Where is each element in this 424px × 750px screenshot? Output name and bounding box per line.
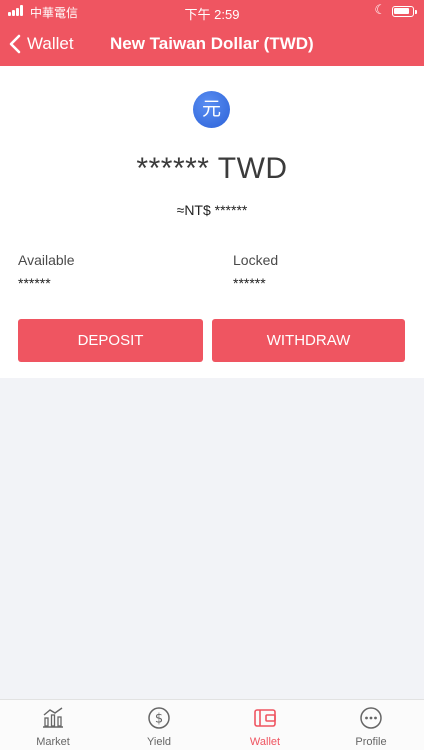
tab-label: Market — [36, 736, 70, 748]
tab-label: Yield — [146, 736, 172, 748]
app-header: 中華電信 下午 2:59 ☾ Wallet New Taiwan Dollar … — [0, 0, 424, 66]
locked-value: ****** — [233, 275, 266, 291]
tab-label: Profile — [355, 736, 387, 748]
tab-label: Wallet — [249, 736, 281, 748]
battery-icon — [392, 6, 417, 17]
status-time: 下午 2:59 — [184, 7, 240, 22]
withdraw-button[interactable]: WITHDRAW — [212, 319, 405, 362]
tab-yield[interactable]: $ Yield — [106, 700, 212, 750]
locked-label: Locked — [233, 252, 279, 268]
tab-wallet[interactable]: Wallet — [212, 700, 318, 750]
chart-icon — [43, 707, 63, 728]
tab-profile[interactable]: Profile — [318, 700, 424, 750]
available-value: ****** — [18, 275, 51, 291]
twd-coin-icon: 元 — [193, 91, 230, 128]
bottom-tab-bar: Market $ Yield Wallet Profile — [0, 699, 424, 750]
tab-market[interactable]: Market — [0, 700, 106, 750]
currency-card: 元 ****** TWD ≈NT$ ****** Available *****… — [0, 66, 424, 378]
approx-value: ≈NT$ ****** — [176, 202, 248, 218]
navigation-bar: Wallet New Taiwan Dollar (TWD) — [0, 22, 424, 66]
chevron-left-icon — [9, 34, 21, 54]
back-label: Wallet — [27, 34, 74, 53]
moon-icon: ☾ — [374, 2, 386, 17]
svg-text:$: $ — [155, 712, 163, 727]
status-bar: 中華電信 下午 2:59 ☾ — [0, 0, 424, 22]
more-icon — [360, 707, 382, 729]
deposit-button[interactable]: DEPOSIT — [18, 319, 203, 362]
balance-amount: ****** TWD — [136, 152, 288, 185]
available-label: Available — [18, 252, 75, 268]
back-button[interactable]: Wallet — [9, 30, 74, 58]
dollar-coin-icon: $ — [148, 707, 170, 729]
page-title: New Taiwan Dollar (TWD) — [110, 34, 314, 53]
wallet-icon — [254, 709, 276, 727]
